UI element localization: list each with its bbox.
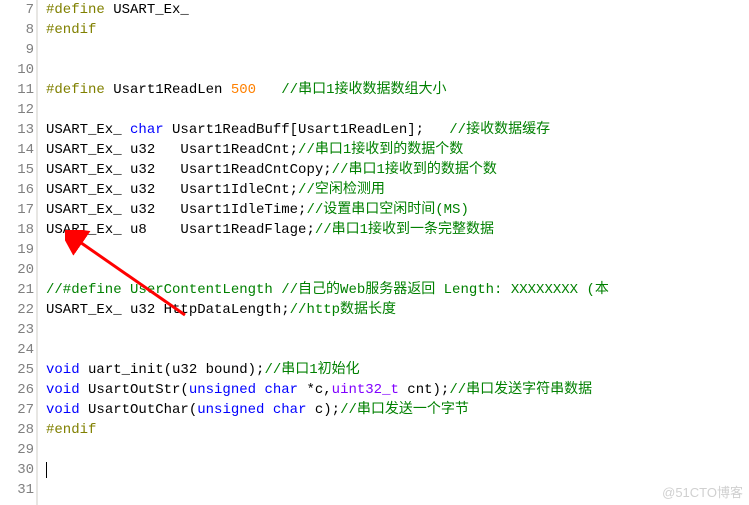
line-number: 27 xyxy=(0,400,34,420)
line-number: 16 xyxy=(0,180,34,200)
line-number: 9 xyxy=(0,40,34,60)
line-number: 22 xyxy=(0,300,34,320)
code-line[interactable] xyxy=(46,320,749,340)
line-number: 12 xyxy=(0,100,34,120)
line-number: 13 xyxy=(0,120,34,140)
line-number: 28 xyxy=(0,420,34,440)
code-line[interactable] xyxy=(46,40,749,60)
code-line[interactable] xyxy=(46,440,749,460)
code-line[interactable] xyxy=(46,480,749,500)
line-number: 26 xyxy=(0,380,34,400)
code-line[interactable]: void UsartOutChar(unsigned char c);//串口发… xyxy=(46,400,749,420)
line-number: 18 xyxy=(0,220,34,240)
code-line[interactable] xyxy=(46,100,749,120)
line-number: 24 xyxy=(0,340,34,360)
code-line[interactable]: USART_Ex_ u32 Usart1IdleCnt;//空闲检测用 xyxy=(46,180,749,200)
line-number: 23 xyxy=(0,320,34,340)
code-line[interactable]: USART_Ex_ char Usart1ReadBuff[Usart1Read… xyxy=(46,120,749,140)
line-number: 7 xyxy=(0,0,34,20)
code-area[interactable]: #define USART_Ex_ #endif #define Usart1R… xyxy=(38,0,749,505)
code-line[interactable]: void uart_init(u32 bound);//串口1初始化 xyxy=(46,360,749,380)
line-number: 10 xyxy=(0,60,34,80)
line-number: 25 xyxy=(0,360,34,380)
line-number: 19 xyxy=(0,240,34,260)
code-line[interactable] xyxy=(46,340,749,360)
line-number: 15 xyxy=(0,160,34,180)
code-line[interactable]: #define USART_Ex_ xyxy=(46,0,749,20)
code-line[interactable]: USART_Ex_ u32 Usart1IdleTime;//设置串口空闲时间(… xyxy=(46,200,749,220)
code-line[interactable]: USART_Ex_ u32 Usart1ReadCntCopy;//串口1接收到… xyxy=(46,160,749,180)
line-number: 31 xyxy=(0,480,34,500)
code-line[interactable]: USART_Ex_ u32 HttpDataLength;//http数据长度 xyxy=(46,300,749,320)
code-line[interactable] xyxy=(46,60,749,80)
code-line[interactable] xyxy=(46,260,749,280)
line-number: 21 xyxy=(0,280,34,300)
code-line[interactable]: #define Usart1ReadLen 500 //串口1接收数据数组大小 xyxy=(46,80,749,100)
line-number-gutter: 7 8 9 10 11 12 13 14 15 16 17 18 19 20 2… xyxy=(0,0,38,505)
code-line[interactable]: USART_Ex_ u32 Usart1ReadCnt;//串口1接收到的数据个… xyxy=(46,140,749,160)
line-number: 17 xyxy=(0,200,34,220)
code-line[interactable]: //#define UserContentLength //自己的Web服务器返… xyxy=(46,280,749,300)
watermark: @51CTO博客 xyxy=(662,482,743,501)
line-number: 29 xyxy=(0,440,34,460)
line-number: 8 xyxy=(0,20,34,40)
line-number: 14 xyxy=(0,140,34,160)
line-number: 30 xyxy=(0,460,34,480)
code-line[interactable]: #endif xyxy=(46,420,749,440)
code-line-cursor[interactable] xyxy=(46,460,749,480)
line-number: 11 xyxy=(0,80,34,100)
code-line[interactable]: void UsartOutStr(unsigned char *c,uint32… xyxy=(46,380,749,400)
code-line[interactable] xyxy=(46,240,749,260)
code-line[interactable]: USART_Ex_ u8 Usart1ReadFlage;//串口1接收到一条完… xyxy=(46,220,749,240)
code-line[interactable]: #endif xyxy=(46,20,749,40)
line-number: 20 xyxy=(0,260,34,280)
code-editor[interactable]: 7 8 9 10 11 12 13 14 15 16 17 18 19 20 2… xyxy=(0,0,749,505)
